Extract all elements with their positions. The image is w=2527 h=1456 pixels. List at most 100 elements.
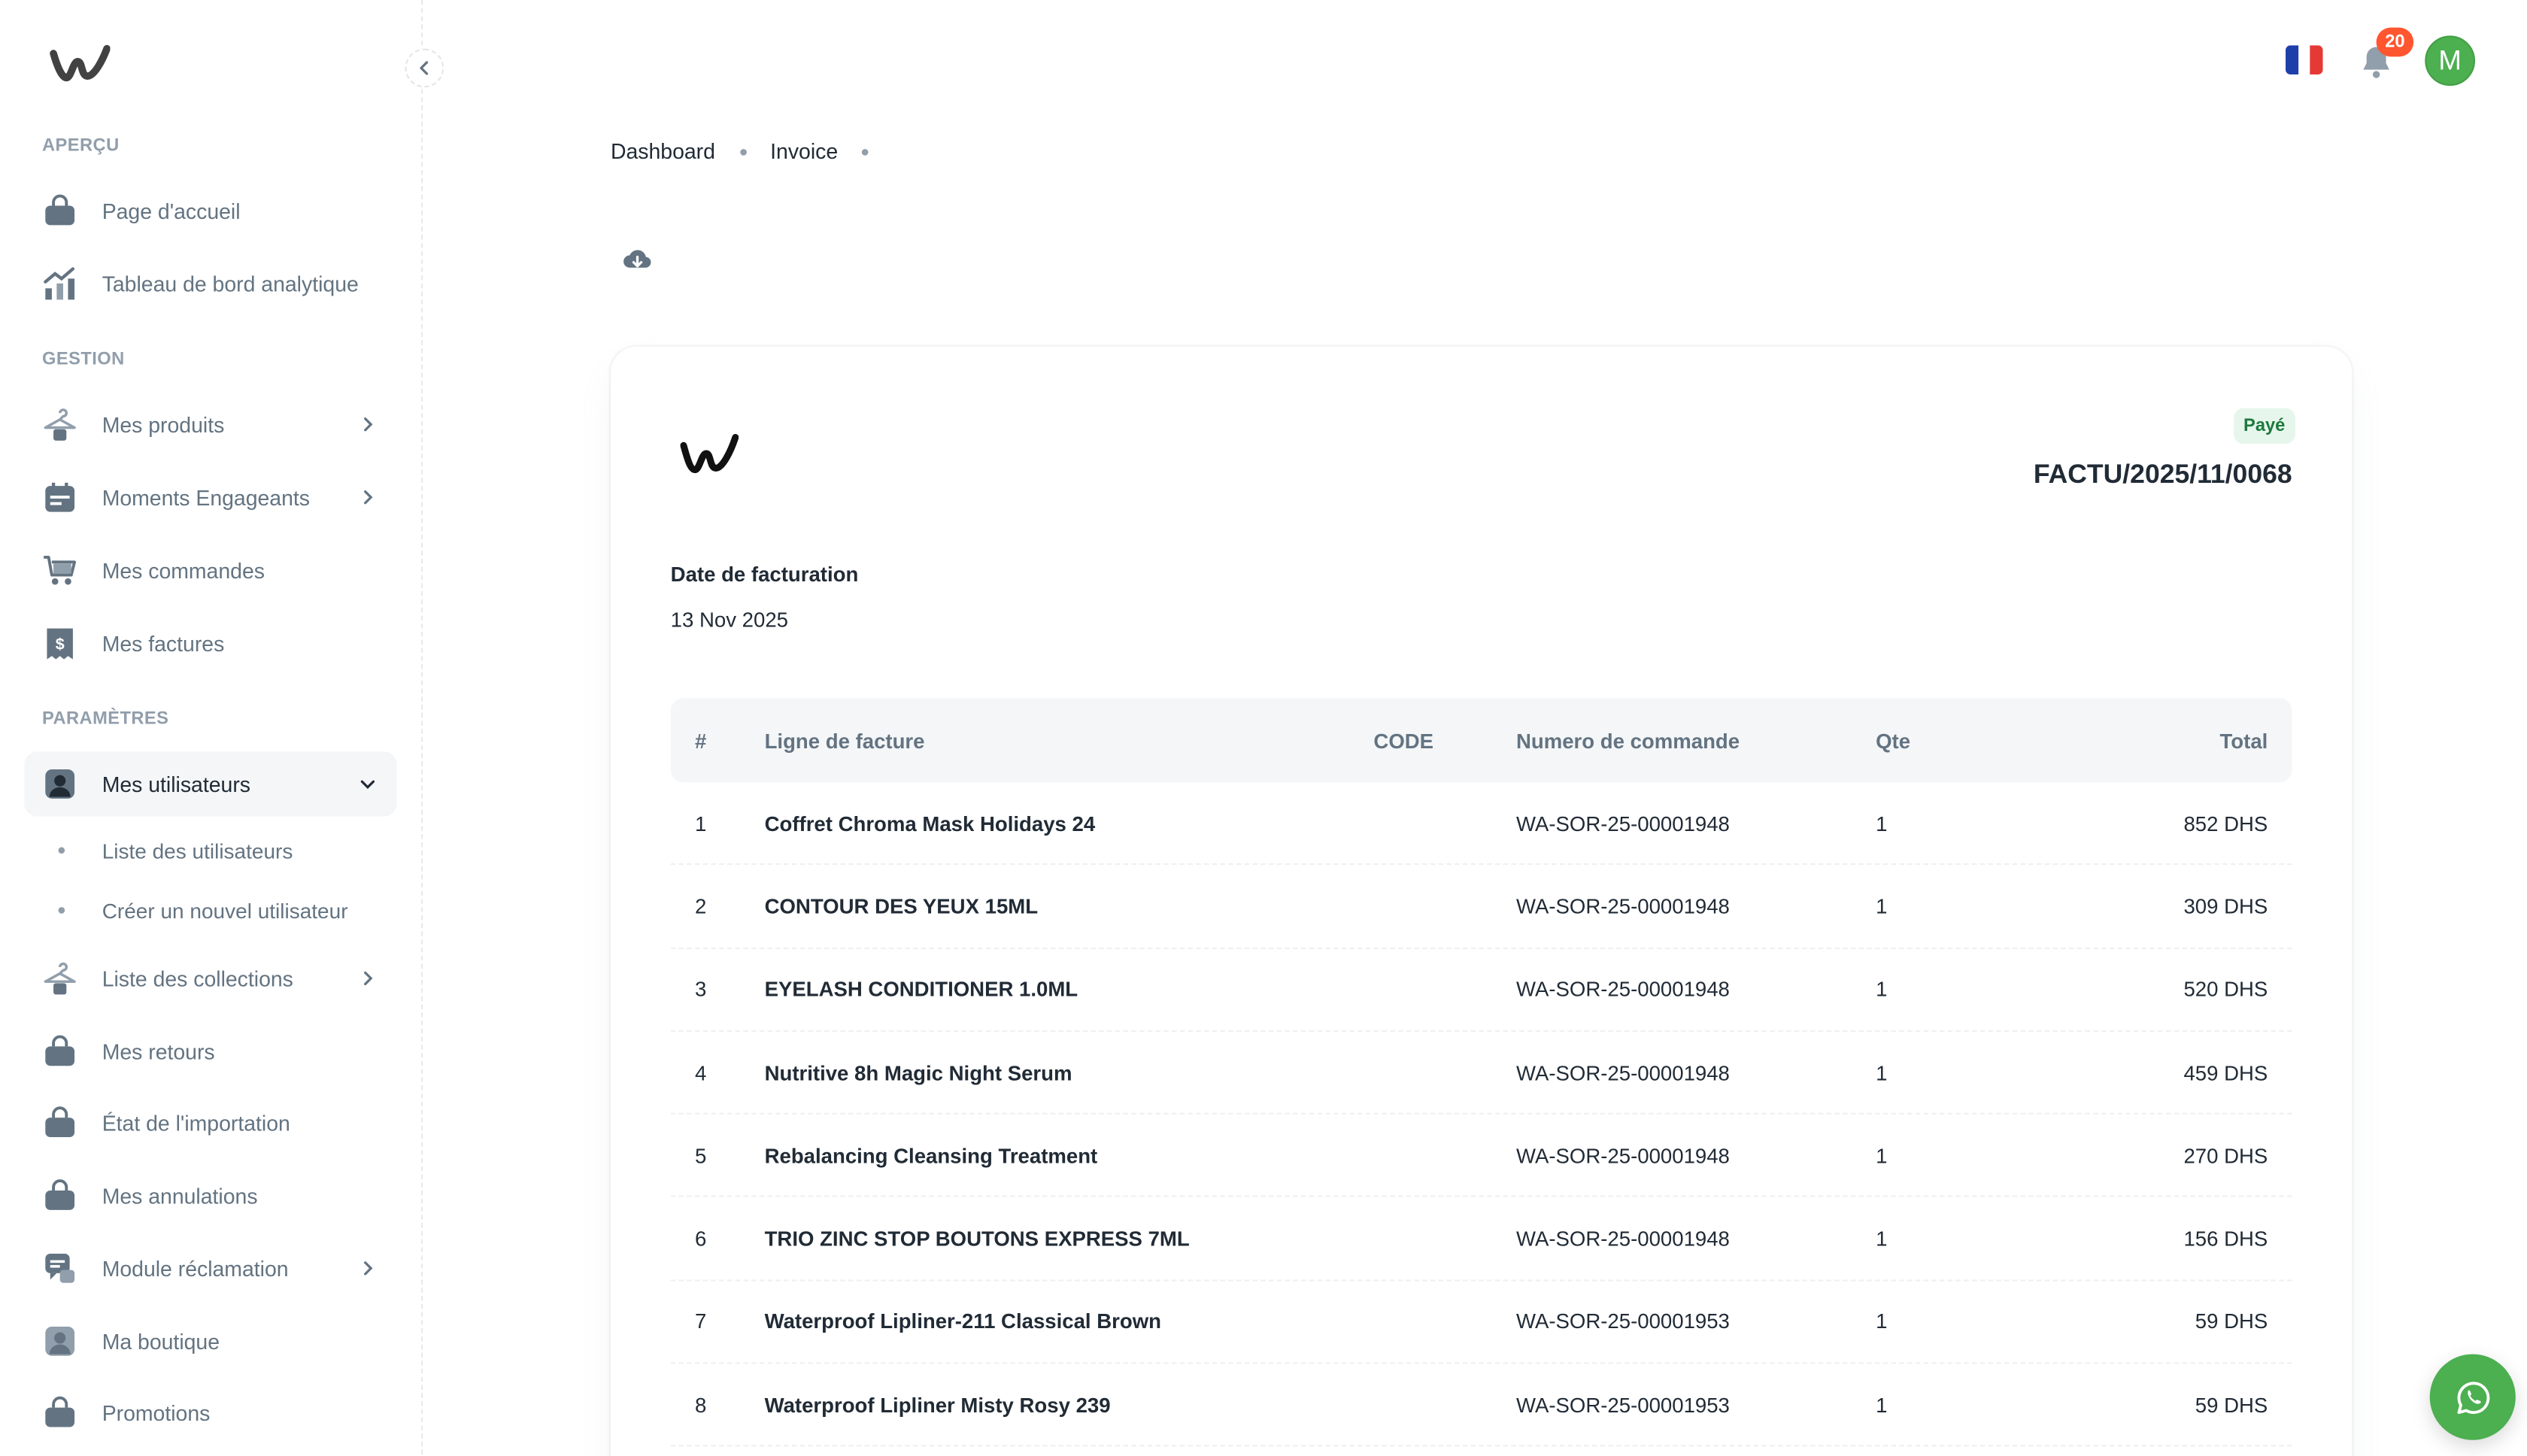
- bullet-dot: [58, 907, 65, 914]
- sidebar-item-label: Promotions: [102, 1400, 211, 1425]
- sidebar-item-home[interactable]: Page d'accueil: [24, 178, 396, 243]
- table-row: 1 Coffret Chroma Mask Holidays 24 WA-SOR-2…: [670, 782, 2292, 866]
- flag-stripe-blue: [2286, 45, 2298, 75]
- sidebar-item-label: Moments Engageants: [102, 485, 311, 510]
- sidebar-item-label: Créer un nouvel utilisateur: [102, 898, 348, 923]
- chat-icon: [42, 1251, 77, 1286]
- breadcrumb: Dashboard Invoice: [611, 139, 893, 164]
- table-row: 6 TRIO ZINC STOP BOUTONS EXPRESS 7ML WA-SO…: [670, 1198, 2292, 1282]
- cell-total: 309 DHS: [2183, 893, 2268, 919]
- sidebar-item-analytics[interactable]: Tableau de bord analytique: [24, 251, 396, 316]
- cell-total: 156 DHS: [2183, 1226, 2268, 1251]
- sidebar-item-orders[interactable]: Mes commandes: [24, 538, 396, 602]
- cell-line: Rebalancing Cleansing Treatment: [764, 1143, 1098, 1168]
- table-row: 4 Nutritive 8h Magic Night Serum WA-SOR-25…: [670, 1032, 2292, 1115]
- cell-num: 4: [694, 1060, 707, 1085]
- table-row: 5 Rebalancing Cleansing Treatment WA-SOR-2…: [670, 1115, 2292, 1198]
- sidebar-item-users[interactable]: Mes utilisateurs: [24, 751, 397, 817]
- sidebar-item-cancellations[interactable]: Mes annulations: [24, 1163, 396, 1227]
- sidebar-item-label: Liste des utilisateurs: [102, 838, 293, 863]
- sidebar-item-collections[interactable]: Liste des collections: [24, 946, 396, 1011]
- table-row: 8 Waterproof Lipliner Misty Rosy 239 WA-SO…: [670, 1364, 2292, 1448]
- sidebar-item-label: Tableau de bord analytique: [102, 271, 359, 296]
- whatsapp-icon: [2456, 1381, 2489, 1413]
- sidebar-subitem-users-create[interactable]: Créer un nouvel utilisateur: [24, 883, 396, 938]
- sidebar-item-label: Mes utilisateurs: [102, 772, 251, 796]
- brand-logo[interactable]: [49, 42, 111, 87]
- sidebar-collapse-button[interactable]: [405, 48, 444, 88]
- cell-num: 5: [694, 1143, 707, 1168]
- cell-order: WA-SOR-25-00001948: [1515, 893, 1730, 919]
- invoice-brand-logo: [680, 434, 739, 474]
- chevron-right-icon: [355, 489, 381, 505]
- sidebar-item-invoices[interactable]: $ Mes factures: [24, 611, 396, 675]
- calendar-icon: [42, 480, 77, 515]
- cell-line: EYELASH CONDITIONER 1.0ML: [764, 977, 1078, 1002]
- cell-total: 852 DHS: [2183, 811, 2268, 836]
- sidebar-item-claims[interactable]: Module réclamation: [24, 1236, 396, 1300]
- breadcrumb-invoice: Invoice: [770, 139, 839, 164]
- invoice-table: # Ligne de facture CODE Numero de comman…: [670, 698, 2292, 1448]
- cell-total: 459 DHS: [2183, 1060, 2268, 1085]
- language-flag-button[interactable]: [2286, 45, 2323, 75]
- cell-line: Nutritive 8h Magic Night Serum: [764, 1060, 1072, 1085]
- cell-line: Waterproof Lipliner Misty Rosy 239: [764, 1392, 1111, 1417]
- sidebar-item-shop[interactable]: Ma boutique: [24, 1309, 396, 1373]
- sidebar-item-moments[interactable]: Moments Engageants: [24, 465, 396, 529]
- chevron-right-icon: [355, 1260, 381, 1277]
- breadcrumb-dashboard[interactable]: Dashboard: [611, 139, 715, 163]
- cell-total: 270 DHS: [2183, 1143, 2268, 1168]
- sidebar-item-promotions[interactable]: Promotions: [24, 1380, 396, 1445]
- cell-order: WA-SOR-25-00001948: [1515, 1060, 1730, 1085]
- table-row: 3 EYELASH CONDITIONER 1.0ML WA-SOR-25-0000…: [670, 948, 2292, 1032]
- cell-order: WA-SOR-25-00001948: [1515, 977, 1730, 1002]
- cell-order: WA-SOR-25-00001953: [1515, 1392, 1730, 1417]
- bullet-dot: [58, 847, 65, 854]
- avatar[interactable]: M: [2425, 35, 2476, 86]
- sidebar-item-label: Liste des collections: [102, 966, 293, 991]
- sidebar-item-label: Mes annulations: [102, 1183, 258, 1208]
- cell-num: 1: [694, 811, 707, 836]
- cell-num: 8: [694, 1392, 707, 1417]
- cloud-download-icon[interactable]: [622, 244, 653, 275]
- table-row: 2 CONTOUR DES YEUX 15ML WA-SOR-25-00001948…: [670, 866, 2292, 949]
- cart-icon: [42, 552, 77, 587]
- cell-qty: 1: [1876, 1226, 1888, 1251]
- cell-qty: 1: [1876, 1143, 1888, 1168]
- table-body: 1 Coffret Chroma Mask Holidays 24 WA-SOR-2…: [670, 782, 2292, 1448]
- breadcrumb-separator: [862, 148, 869, 155]
- cell-qty: 1: [1876, 1392, 1888, 1417]
- bag-icon: [42, 1178, 77, 1213]
- cell-total: 59 DHS: [2195, 1392, 2268, 1417]
- cell-order: WA-SOR-25-00001948: [1515, 1226, 1730, 1251]
- column-header-order: Numero de commande: [1515, 728, 1740, 753]
- cell-num: 3: [694, 977, 707, 1002]
- cell-num: 2: [694, 893, 707, 919]
- chevron-right-icon: [355, 970, 381, 987]
- chevron-down-icon: [355, 776, 381, 793]
- sidebar-item-returns[interactable]: Mes retours: [24, 1019, 396, 1084]
- sidebar-item-label: Mes retours: [102, 1039, 215, 1063]
- sidebar-item-label: Module réclamation: [102, 1256, 289, 1281]
- sidebar-item-products[interactable]: Mes produits: [24, 392, 396, 457]
- bag-icon: [42, 1033, 77, 1069]
- cell-line: Coffret Chroma Mask Holidays 24: [764, 811, 1096, 836]
- hanger-icon: [42, 407, 77, 442]
- cell-num: 6: [694, 1226, 707, 1251]
- cell-qty: 1: [1876, 977, 1888, 1002]
- status-badge: Payé: [2234, 408, 2295, 444]
- cell-qty: 1: [1876, 1309, 1888, 1334]
- sidebar-item-label: Mes produits: [102, 412, 225, 437]
- column-header-total: Total: [2219, 728, 2268, 753]
- bag-icon: [42, 1394, 77, 1430]
- whatsapp-button[interactable]: [2429, 1354, 2516, 1440]
- section-settings: PARAMÈTRES: [41, 709, 169, 730]
- hanger-icon: [42, 960, 77, 996]
- user-icon: [42, 766, 77, 802]
- table-row: 7 Waterproof Lipliner-211 Classical Brown…: [670, 1281, 2292, 1364]
- breadcrumb-separator: [739, 148, 746, 155]
- cell-order: WA-SOR-25-00001953: [1515, 1309, 1730, 1334]
- sidebar-subitem-users-list[interactable]: Liste des utilisateurs: [24, 823, 396, 878]
- sidebar-item-import-status[interactable]: État de l'importation: [24, 1090, 396, 1155]
- sidebar-item-label: Mes commandes: [102, 557, 265, 583]
